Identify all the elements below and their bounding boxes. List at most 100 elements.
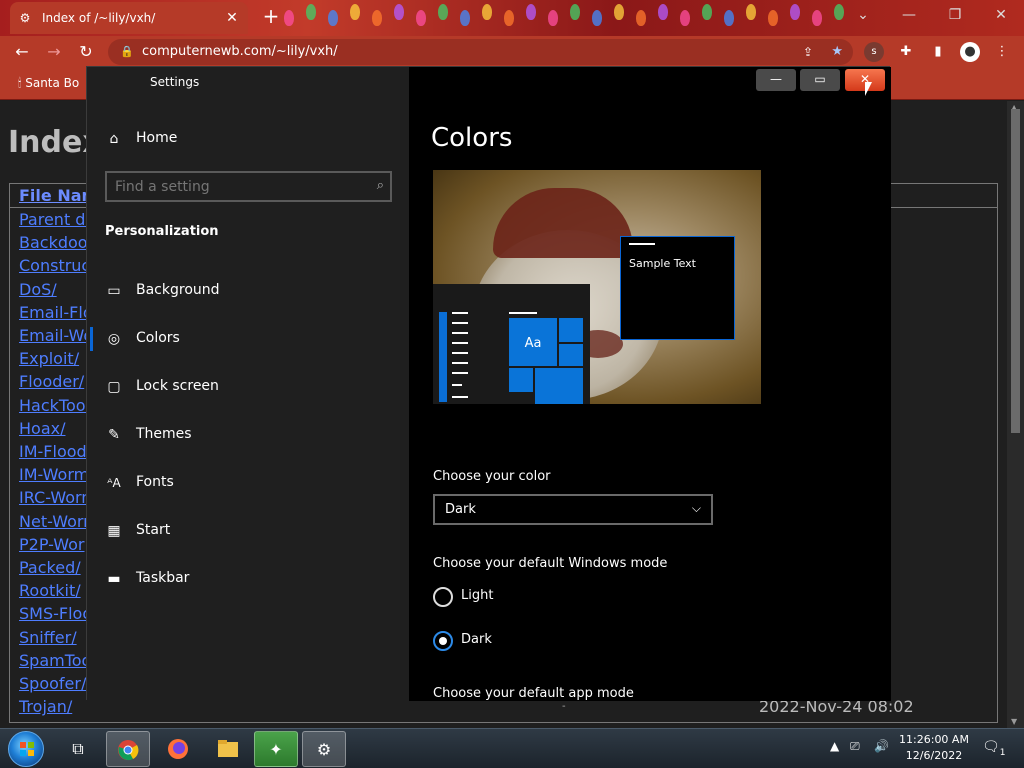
nav-start[interactable]: ▦ Start bbox=[87, 511, 409, 551]
chrome-icon bbox=[118, 740, 139, 761]
nav-lock-screen[interactable]: ▢ Lock screen bbox=[87, 367, 409, 407]
file-link[interactable]: IM-Floode bbox=[19, 442, 97, 461]
preview-line bbox=[452, 396, 468, 398]
settings-taskbar-icon[interactable]: ⚙ bbox=[302, 731, 346, 767]
search-icon[interactable]: ⌕ bbox=[377, 178, 384, 193]
bookmark-star-icon[interactable]: ★ bbox=[831, 39, 843, 65]
profile-avatar-icon[interactable]: ● bbox=[960, 42, 980, 62]
close-browser-button[interactable]: ✕ bbox=[978, 0, 1024, 30]
radio-light[interactable]: Light bbox=[433, 586, 593, 608]
light-bulb-icon bbox=[636, 10, 646, 26]
file-link[interactable]: Construct bbox=[19, 256, 97, 275]
file-explorer-taskbar-icon[interactable] bbox=[206, 731, 250, 767]
new-tab-button[interactable]: + bbox=[260, 6, 282, 28]
back-arrow-icon[interactable]: ← bbox=[10, 40, 34, 64]
file-link[interactable]: Packed/ bbox=[19, 558, 81, 577]
tab-title: Index of /~lily/vxh/ bbox=[42, 11, 156, 25]
firefox-taskbar-icon[interactable] bbox=[156, 731, 200, 767]
start-icon: ▦ bbox=[107, 523, 121, 539]
preview-line bbox=[509, 312, 537, 314]
tab-close-icon[interactable]: ✕ bbox=[224, 10, 240, 26]
file-link[interactable]: Hoax/ bbox=[19, 419, 65, 438]
light-bulb-icon bbox=[394, 4, 404, 20]
preview-tile bbox=[509, 368, 533, 392]
file-link[interactable]: Spoofer/ bbox=[19, 674, 86, 693]
file-link[interactable]: Exploit/ bbox=[19, 349, 79, 368]
page-scrollbar[interactable]: ▲ ▼ bbox=[1007, 101, 1024, 728]
nav-background[interactable]: ▭ Background bbox=[87, 271, 409, 311]
file-link[interactable]: Email-Flo bbox=[19, 303, 93, 322]
network-icon[interactable]: ⎚ bbox=[850, 739, 860, 754]
light-bulb-icon bbox=[548, 10, 558, 26]
search-input[interactable] bbox=[115, 177, 365, 197]
lock-screen-icon: ▢ bbox=[107, 379, 121, 395]
browser-toolbar: ← → ↻ 🔒 computernewb.com/~lily/vxh/ ⇪ ★ … bbox=[0, 36, 1024, 68]
file-link[interactable]: Email-Wo bbox=[19, 326, 93, 345]
task-view-icon[interactable]: ⧉ bbox=[56, 731, 100, 767]
reload-icon[interactable]: ↻ bbox=[74, 40, 98, 64]
address-bar[interactable]: 🔒 computernewb.com/~lily/vxh/ ⇪ ★ bbox=[108, 39, 853, 65]
file-link[interactable]: P2P-Wor bbox=[19, 535, 85, 554]
choose-color-label: Choose your color bbox=[433, 469, 551, 484]
side-panel-icon[interactable]: ▮ bbox=[928, 42, 948, 62]
bookmark-item[interactable]: 🕯 Santa Bo bbox=[18, 76, 79, 91]
tab-search-icon[interactable]: ⌄ bbox=[840, 0, 886, 30]
notification-icon[interactable]: 🗨1 bbox=[982, 739, 1006, 758]
file-link[interactable]: DoS/ bbox=[19, 280, 57, 299]
wallpaper-hat bbox=[493, 188, 633, 258]
file-link[interactable]: Backdoor bbox=[19, 233, 94, 252]
file-link[interactable]: SMS-Floo bbox=[19, 604, 92, 623]
file-link[interactable]: Trojan/ bbox=[19, 697, 72, 716]
settings-window-title: Settings bbox=[150, 75, 200, 89]
file-link[interactable]: Rootkit/ bbox=[19, 581, 81, 600]
windows-mode-label: Choose your default Windows mode bbox=[433, 556, 668, 571]
light-bulb-icon bbox=[504, 10, 514, 26]
scroll-down-icon[interactable]: ▼ bbox=[1011, 717, 1017, 726]
file-link[interactable]: Flooder/ bbox=[19, 372, 84, 391]
nav-fonts[interactable]: ᴬA Fonts bbox=[87, 463, 409, 503]
radio-light-circle[interactable] bbox=[433, 587, 453, 607]
file-link[interactable]: Sniffer/ bbox=[19, 628, 77, 647]
radio-dark[interactable]: Dark bbox=[433, 630, 593, 652]
light-bulb-icon bbox=[746, 4, 756, 20]
browser-tab[interactable]: ⚙ Index of /~lily/vxh/ ✕ bbox=[10, 2, 248, 34]
nav-lock-screen-label: Lock screen bbox=[136, 378, 219, 394]
system-clock[interactable]: 11:26:00 AM 12/6/2022 bbox=[898, 732, 970, 764]
restore-browser-button[interactable]: ❐ bbox=[932, 0, 978, 30]
media-app-taskbar-icon[interactable]: ✦ bbox=[254, 731, 298, 767]
radio-dark-circle[interactable] bbox=[433, 631, 453, 651]
nav-home[interactable]: ⌂ Home bbox=[87, 119, 409, 159]
preview-tile bbox=[535, 368, 583, 404]
file-link[interactable]: Trojan-Banker/ bbox=[19, 720, 133, 722]
nav-colors[interactable]: ◎ Colors bbox=[87, 319, 409, 359]
nav-taskbar-label: Taskbar bbox=[136, 570, 190, 586]
volume-icon[interactable]: 🔊 bbox=[874, 739, 889, 753]
settings-content-pane: Colors Aa Sample Text Choose your color … bbox=[409, 67, 891, 701]
file-link[interactable]: HackTool bbox=[19, 396, 90, 415]
file-link[interactable]: Parent di bbox=[19, 210, 90, 229]
preview-line bbox=[452, 322, 468, 324]
minimize-browser-button[interactable]: — bbox=[886, 0, 932, 30]
forward-arrow-icon[interactable]: → bbox=[42, 40, 66, 64]
scrollbar-thumb[interactable] bbox=[1011, 109, 1020, 433]
extension-s-icon[interactable]: s bbox=[864, 42, 884, 62]
find-setting-search[interactable]: ⌕ bbox=[105, 171, 392, 202]
show-hidden-icons-icon[interactable]: ▲ bbox=[830, 739, 839, 753]
share-icon[interactable]: ⇪ bbox=[803, 39, 813, 65]
chrome-taskbar-icon[interactable] bbox=[106, 731, 150, 767]
minimize-button[interactable]: — bbox=[756, 69, 796, 91]
lock-icon: 🔒 bbox=[120, 45, 134, 58]
menu-kebab-icon[interactable]: ⋮ bbox=[992, 42, 1012, 62]
extensions-puzzle-icon[interactable]: ✚ bbox=[896, 42, 916, 62]
light-bulb-icon bbox=[526, 4, 536, 20]
light-bulb-icon bbox=[768, 10, 778, 26]
start-button[interactable] bbox=[8, 731, 44, 767]
file-link[interactable]: IM-Worm bbox=[19, 465, 89, 484]
light-bulb-icon bbox=[284, 10, 294, 26]
active-indicator bbox=[90, 327, 93, 351]
nav-themes[interactable]: ✎ Themes bbox=[87, 415, 409, 455]
choose-color-dropdown[interactable]: Dark ⌵ bbox=[433, 494, 713, 525]
nav-taskbar[interactable]: ▬ Taskbar bbox=[87, 559, 409, 599]
file-link[interactable]: SpamToo bbox=[19, 651, 91, 670]
maximize-button[interactable]: ▭ bbox=[800, 69, 840, 91]
